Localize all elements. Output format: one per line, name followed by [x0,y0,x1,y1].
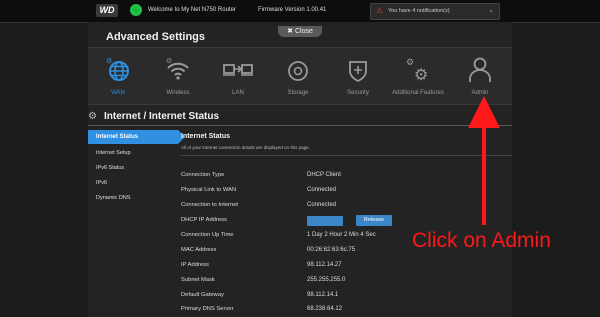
annotation-text: Click on Admin [412,229,551,252]
annotation-arrow [468,96,500,225]
